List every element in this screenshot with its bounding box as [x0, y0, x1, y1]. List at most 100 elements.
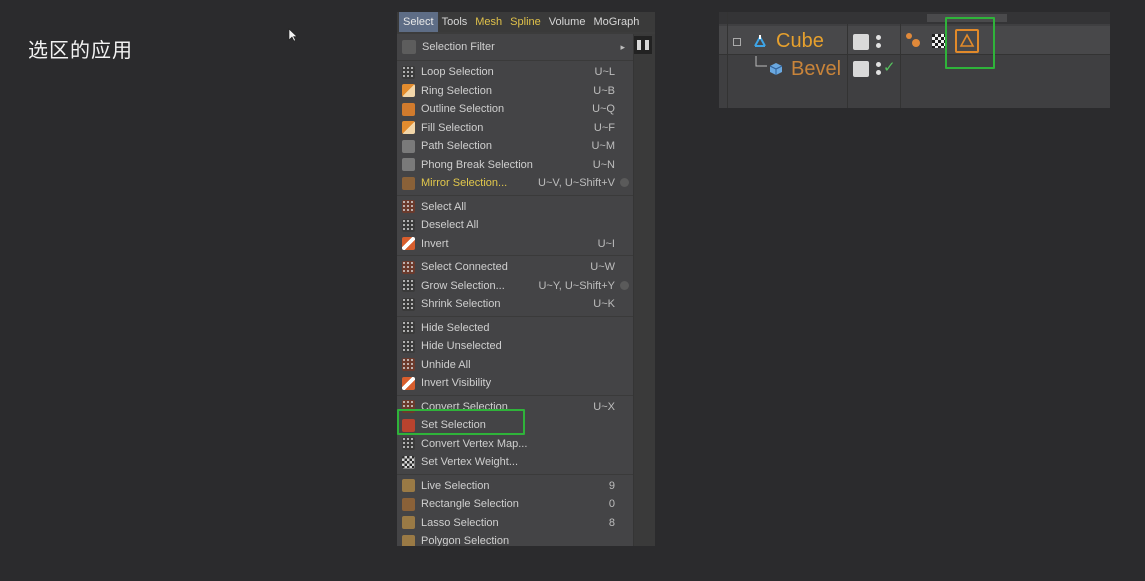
lasso-selection-icon [402, 516, 415, 530]
menu-item-path-selection[interactable]: Path Selection U~M [397, 137, 633, 156]
visibility-dots-icon[interactable] [875, 61, 881, 77]
outline-selection-icon [402, 102, 415, 116]
menu-item-label: Ring Selection [421, 84, 492, 97]
menu-item-grow-selection[interactable]: Grow Selection... U~Y, U~Shift+Y [397, 277, 633, 296]
menu-item-shortcut: U~W [590, 261, 615, 274]
bevel-deformer-icon [769, 63, 783, 75]
visibility-dots-icon[interactable] [875, 34, 881, 50]
menu-group-selection-tools: Live Selection 9 Rectangle Selection 0 L… [397, 475, 633, 546]
menu-item-shortcut: U~Q [592, 103, 615, 116]
menu-item-shortcut: U~X [593, 400, 615, 413]
menu-item-label: Invert Visibility [421, 377, 492, 390]
menu-item-label: Deselect All [421, 219, 479, 232]
menu-item-live-selection[interactable]: Live Selection 9 [397, 477, 633, 496]
menu-group-visibility: Hide Selected Hide Unselected Unhide All… [397, 317, 633, 396]
mirror-selection-icon [402, 176, 415, 190]
menu-item-rectangle-selection[interactable]: Rectangle Selection 0 [397, 495, 633, 514]
menu-item-convert-vertex-map[interactable]: Convert Vertex Map... [397, 435, 633, 454]
fill-selection-icon [402, 121, 415, 135]
menu-tab-volume[interactable]: Volume [545, 12, 590, 32]
menu-item-unhide-all[interactable]: Unhide All [397, 356, 633, 375]
object-manager-panel: Cube Bevel ✓ [719, 12, 1110, 108]
highlight-box-tag [945, 17, 995, 69]
edit-visibility-icon[interactable] [853, 34, 869, 50]
hide-unselected-icon [402, 339, 415, 353]
menu-item-label: Hide Unselected [421, 340, 502, 353]
menu-item-label: Outline Selection [421, 103, 505, 116]
menu-item-label: Select All [421, 200, 467, 213]
menu-group-edge-selection: Loop Selection U~L Ring Selection U~B Ou… [397, 61, 633, 196]
menu-item-loop-selection[interactable]: Loop Selection U~L [397, 63, 633, 82]
menu-item-polygon-selection[interactable]: Polygon Selection [397, 532, 633, 546]
gear-icon[interactable] [620, 178, 629, 187]
mouse-pointer-icon [288, 28, 298, 42]
gear-icon[interactable] [620, 280, 629, 290]
menu-bar: Select Tools Mesh Spline Volume MoGraph [397, 12, 655, 32]
menu-item-shortcut: U~F [593, 121, 615, 134]
menu-item-select-connected[interactable]: Select Connected U~W [397, 258, 633, 277]
toolbar-strip [633, 34, 655, 546]
menu-item-label: Invert [421, 237, 449, 250]
tree-collapse-icon[interactable] [733, 38, 741, 46]
menu-item-shortcut: 8 [608, 516, 615, 529]
polygon-selection-icon [402, 534, 415, 546]
menu-item-label: Select Connected [421, 261, 508, 274]
menu-tab-select[interactable]: Select [399, 12, 438, 32]
vertex-tag-icon[interactable] [905, 32, 923, 48]
menu-item-phong-break-selection[interactable]: Phong Break Selection U~N [397, 156, 633, 175]
menu-item-label: Unhide All [421, 358, 471, 371]
menu-item-set-vertex-weight[interactable]: Set Vertex Weight... [397, 453, 633, 472]
loop-selection-icon [402, 65, 415, 79]
deselect-all-icon [402, 218, 415, 232]
menu-item-label: Mirror Selection... [421, 177, 508, 190]
menu-item-ring-selection[interactable]: Ring Selection U~B [397, 82, 633, 101]
menu-item-shortcut: U~N [592, 158, 615, 171]
menu-tab-spline[interactable]: Spline [506, 12, 545, 32]
menu-item-label: Phong Break Selection [421, 158, 533, 171]
object-name-bevel[interactable]: Bevel [791, 58, 841, 81]
menu-item-deselect-all[interactable]: Deselect All [397, 216, 633, 235]
ring-selection-icon [402, 84, 415, 98]
menu-item-label: Fill Selection [421, 121, 484, 134]
menu-item-fill-selection[interactable]: Fill Selection U~F [397, 119, 633, 138]
set-vertex-weight-icon [402, 455, 415, 469]
toolbar-button[interactable] [634, 36, 652, 54]
edit-visibility-icon[interactable] [853, 61, 869, 77]
menu-group-filter: Selection Filter ▸ [397, 34, 633, 61]
menu-item-label: Set Vertex Weight... [421, 456, 519, 469]
select-connected-icon [402, 260, 415, 274]
menu-item-shortcut: 9 [608, 479, 615, 492]
menu-group-convert: Convert Selection U~X Set Selection Conv… [397, 396, 633, 475]
panel-header [719, 12, 1110, 24]
menu-item-invert[interactable]: Invert U~I [397, 235, 633, 254]
menu-item-label: Selection Filter [422, 41, 495, 53]
menu-item-hide-selected[interactable]: Hide Selected [397, 319, 633, 338]
slide-title: 选区的应用 [28, 38, 133, 62]
grow-selection-icon [402, 279, 415, 293]
menu-item-selection-filter[interactable]: Selection Filter ▸ [397, 36, 633, 58]
menu-item-invert-visibility[interactable]: Invert Visibility [397, 374, 633, 393]
select-menu-panel: Select Tools Mesh Spline Volume MoGraph … [397, 12, 655, 546]
enabled-check-icon[interactable]: ✓ [883, 58, 896, 76]
menu-item-shortcut: U~M [591, 140, 615, 153]
menu-item-mirror-selection[interactable]: Mirror Selection... U~V, U~Shift+V [397, 174, 633, 193]
menu-item-outline-selection[interactable]: Outline Selection U~Q [397, 100, 633, 119]
path-selection-icon [402, 139, 415, 153]
tree-connector-icon [755, 56, 767, 67]
menu-tab-mesh[interactable]: Mesh [471, 12, 506, 32]
menu-item-shrink-selection[interactable]: Shrink Selection U~K [397, 295, 633, 314]
menu-tab-mograph[interactable]: MoGraph [589, 12, 643, 32]
menu-item-lasso-selection[interactable]: Lasso Selection 8 [397, 514, 633, 533]
menu-item-shortcut: U~K [593, 298, 615, 311]
menu-item-shortcut: U~B [593, 84, 615, 97]
menu-item-shortcut: U~I [597, 237, 615, 250]
menu-item-hide-unselected[interactable]: Hide Unselected [397, 337, 633, 356]
menu-item-select-all[interactable]: Select All [397, 198, 633, 217]
object-name-cube[interactable]: Cube [776, 30, 824, 53]
menu-tab-tools[interactable]: Tools [438, 12, 472, 32]
menu-item-label: Rectangle Selection [421, 498, 519, 511]
texture-tag-icon[interactable] [932, 34, 946, 48]
rectangle-selection-icon [402, 497, 415, 511]
shrink-selection-icon [402, 297, 415, 311]
menu-group-connected: Select Connected U~W Grow Selection... U… [397, 256, 633, 317]
